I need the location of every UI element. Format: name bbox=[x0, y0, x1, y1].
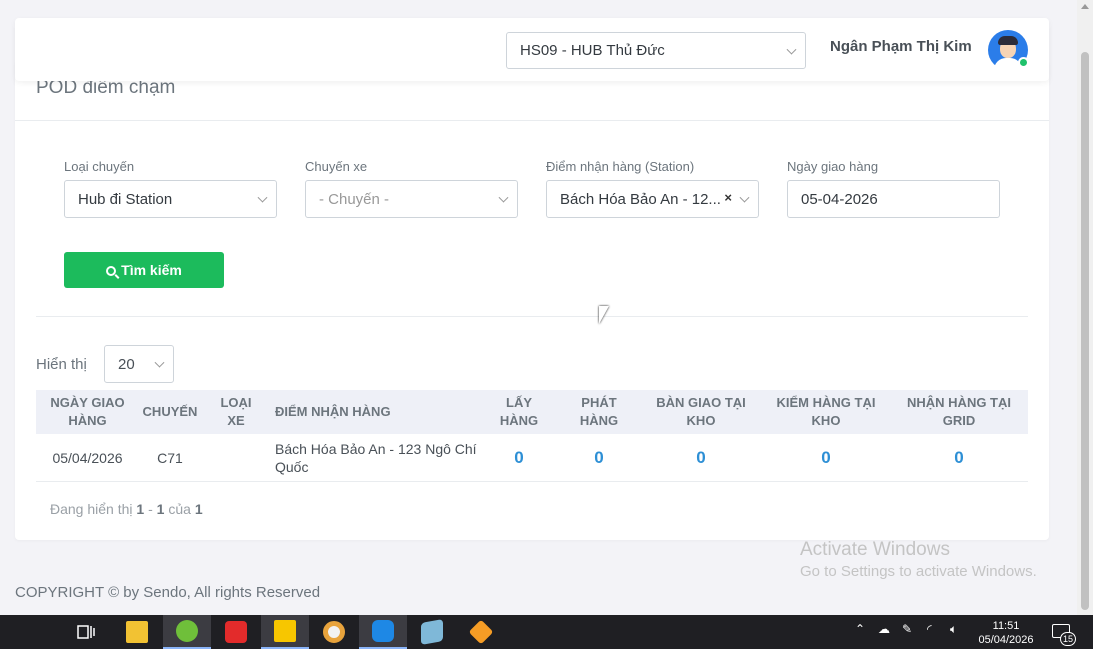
notes-glyph bbox=[274, 620, 296, 642]
chevron-down-icon bbox=[154, 357, 165, 368]
ime-icon[interactable]: ✎ bbox=[902, 622, 912, 636]
pagination-total: 1 bbox=[194, 501, 203, 517]
show-hidden-icons-icon[interactable]: ⌃ bbox=[855, 622, 865, 636]
task-view-icon[interactable] bbox=[62, 615, 110, 649]
station-label: Điểm nhận hàng (Station) bbox=[546, 159, 695, 174]
pagination-to: 1 bbox=[156, 501, 165, 517]
col-receive-point[interactable]: Điểm nhận hàng bbox=[275, 390, 465, 434]
pagination-from: 1 bbox=[136, 501, 145, 517]
chrome-icon[interactable] bbox=[310, 615, 358, 649]
scroll-up-icon[interactable] bbox=[1081, 4, 1089, 9]
chevron-down-icon bbox=[739, 192, 750, 203]
chrome2-glyph bbox=[323, 621, 345, 643]
pagination-dash: - bbox=[148, 501, 153, 517]
delivery-date-label: Ngày giao hàng bbox=[787, 159, 879, 174]
chevron-down-icon bbox=[786, 44, 797, 55]
col-check[interactable]: Kiểm hàng tại kho bbox=[771, 390, 881, 434]
trip-type-value: Hub đi Station bbox=[78, 191, 173, 208]
online-status-icon bbox=[1018, 57, 1029, 68]
zalo-icon[interactable] bbox=[359, 615, 407, 649]
activation-watermark-subtitle: Go to Settings to activate Windows. bbox=[800, 563, 1037, 580]
wps-glyph bbox=[225, 621, 247, 643]
col-handover[interactable]: Bàn giao tại kho bbox=[641, 390, 761, 434]
cell-check[interactable]: 0 bbox=[771, 434, 881, 482]
file-explorer-icon[interactable] bbox=[113, 615, 161, 649]
table-row[interactable]: 05/04/2026 C71 Bách Hóa Bảo An - 123 Ngô… bbox=[36, 434, 1028, 482]
delivery-date-input[interactable]: 05-04-2026 bbox=[787, 180, 1000, 218]
table-header: Ngày giao hàng Chuyến Loại xe Điểm nhận … bbox=[36, 390, 1028, 434]
chrome-profile-icon[interactable] bbox=[163, 615, 211, 649]
folder-glyph bbox=[126, 621, 148, 643]
chrome-glyph bbox=[176, 620, 198, 642]
page-size-label: Hiển thị bbox=[36, 356, 87, 373]
onedrive-icon[interactable]: ☁ bbox=[878, 622, 890, 636]
mouse-cursor-icon bbox=[599, 306, 609, 324]
page-size-value: 20 bbox=[118, 356, 135, 373]
avatar-hair bbox=[998, 36, 1018, 45]
station-value: Bách Hóa Bảo An - 12... bbox=[560, 191, 721, 208]
trip-type-select[interactable]: Hub đi Station bbox=[64, 180, 277, 218]
taskbar-clock[interactable]: 11:51 05/04/2026 bbox=[975, 619, 1037, 647]
pod-card: POD điểm chạm Loại chuyến Hub đi Station… bbox=[15, 60, 1049, 540]
chevron-down-icon bbox=[498, 192, 509, 203]
clock-date: 05/04/2026 bbox=[978, 634, 1034, 646]
hub-select-value: HS09 - HUB Thủ Đức bbox=[520, 42, 665, 59]
cell-trip: C71 bbox=[157, 450, 183, 466]
wifi-icon[interactable]: ◜ bbox=[927, 622, 932, 636]
avatar[interactable] bbox=[988, 30, 1029, 70]
col-pickup[interactable]: Lấy hàng bbox=[489, 390, 549, 434]
chevron-down-icon bbox=[257, 192, 268, 203]
pagination-info: Đang hiển thị 1 - 1 của 1 bbox=[50, 501, 203, 517]
col-trip[interactable]: Chuyến bbox=[139, 390, 201, 434]
trip-type-label: Loại chuyến bbox=[64, 159, 135, 174]
clock-time: 11:51 bbox=[992, 620, 1020, 632]
cell-handover[interactable]: 0 bbox=[641, 434, 761, 482]
divider bbox=[15, 120, 1049, 121]
app-icon[interactable] bbox=[408, 615, 456, 649]
top-bar: HS09 - HUB Thủ Đức Ngân Phạm Thị Kim bbox=[15, 18, 1049, 81]
sticky-notes-icon[interactable] bbox=[261, 615, 309, 649]
cell-grid[interactable]: 0 bbox=[899, 434, 1019, 482]
wps-office-icon[interactable] bbox=[212, 615, 260, 649]
cell-date: 05/04/2026 bbox=[52, 450, 123, 466]
trip-label: Chuyến xe bbox=[305, 159, 368, 174]
cell-point: Bách Hóa Bảo An - 123 Ngô Chí Quốc bbox=[275, 441, 477, 475]
col-grid[interactable]: Nhận hàng tại Grid bbox=[899, 390, 1019, 434]
trip-select[interactable]: - Chuyến - bbox=[305, 180, 518, 218]
divider bbox=[36, 316, 1028, 317]
scrollbar-thumb[interactable] bbox=[1081, 52, 1089, 610]
app-glyph bbox=[421, 619, 443, 645]
cell-pickup[interactable]: 0 bbox=[489, 434, 549, 482]
zalo-glyph bbox=[372, 620, 394, 642]
sublime-glyph bbox=[468, 619, 494, 645]
search-button[interactable]: Tìm kiếm bbox=[64, 252, 224, 288]
col-delivery[interactable]: Phát hàng bbox=[569, 390, 629, 434]
trip-placeholder: - Chuyến - bbox=[319, 191, 390, 208]
sublime-text-icon[interactable] bbox=[457, 615, 505, 649]
volume-icon[interactable]: 🔈︎ bbox=[950, 622, 957, 637]
col-delivery-date[interactable]: Ngày giao hàng bbox=[36, 390, 139, 434]
activation-watermark-title: Activate Windows bbox=[800, 539, 950, 560]
station-select[interactable]: Bách Hóa Bảo An - 12... × bbox=[546, 180, 759, 218]
pagination-of: của bbox=[168, 501, 191, 517]
cell-delivery[interactable]: 0 bbox=[569, 434, 629, 482]
search-icon bbox=[106, 266, 117, 276]
clear-icon[interactable]: × bbox=[724, 190, 732, 205]
vertical-scrollbar[interactable] bbox=[1077, 0, 1093, 615]
pagination-prefix: Đang hiển thị bbox=[50, 501, 133, 517]
col-vehicle-type[interactable]: Loại xe bbox=[214, 390, 258, 434]
cell-vehicle bbox=[214, 434, 258, 482]
delivery-date-value: 05-04-2026 bbox=[801, 191, 878, 208]
search-button-label: Tìm kiếm bbox=[121, 262, 182, 278]
notification-count: 15 bbox=[1060, 632, 1076, 646]
page-size-select[interactable]: 20 bbox=[104, 345, 174, 383]
hub-select[interactable]: HS09 - HUB Thủ Đức bbox=[506, 32, 806, 69]
user-name[interactable]: Ngân Phạm Thị Kim bbox=[830, 38, 972, 55]
copyright: COPYRIGHT © by Sendo, All rights Reserve… bbox=[15, 584, 321, 601]
